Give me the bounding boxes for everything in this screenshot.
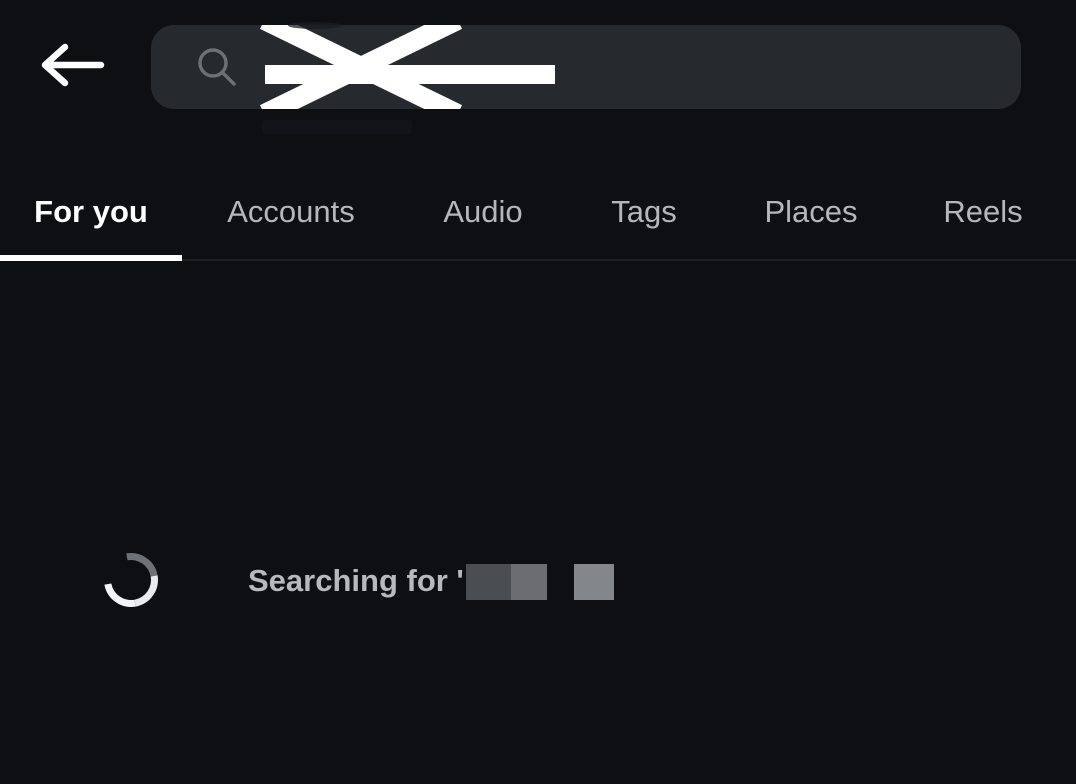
redacted-block [511,564,547,600]
tab-places[interactable]: Places [722,163,900,261]
tab-tags[interactable]: Tags [566,163,722,261]
tab-for-you[interactable]: For you [0,163,182,261]
redacted-block [466,564,511,600]
search-icon [194,44,240,90]
search-query-redacted [259,25,601,109]
loading-spinner-icon [93,542,169,618]
search-input[interactable] [151,25,1021,109]
back-arrow-icon [41,43,105,87]
compression-artifact [262,120,412,134]
tab-accounts[interactable]: Accounts [182,163,400,261]
search-tab-bar: For you Accounts Audio Tags Places Reels [0,163,1076,261]
active-tab-indicator [0,255,182,261]
search-status-row: Searching for ' [0,272,1076,618]
tab-audio[interactable]: Audio [400,163,566,261]
back-button[interactable] [34,33,112,97]
searching-status-text: Searching for ' [248,563,464,598]
redacted-block [574,564,614,600]
search-screen: For you Accounts Audio Tags Places Reels… [0,0,1076,784]
tab-reels[interactable]: Reels [900,163,1066,261]
search-header [0,0,1076,134]
compression-artifact [288,22,342,29]
redaction-strike-bar [265,65,555,84]
